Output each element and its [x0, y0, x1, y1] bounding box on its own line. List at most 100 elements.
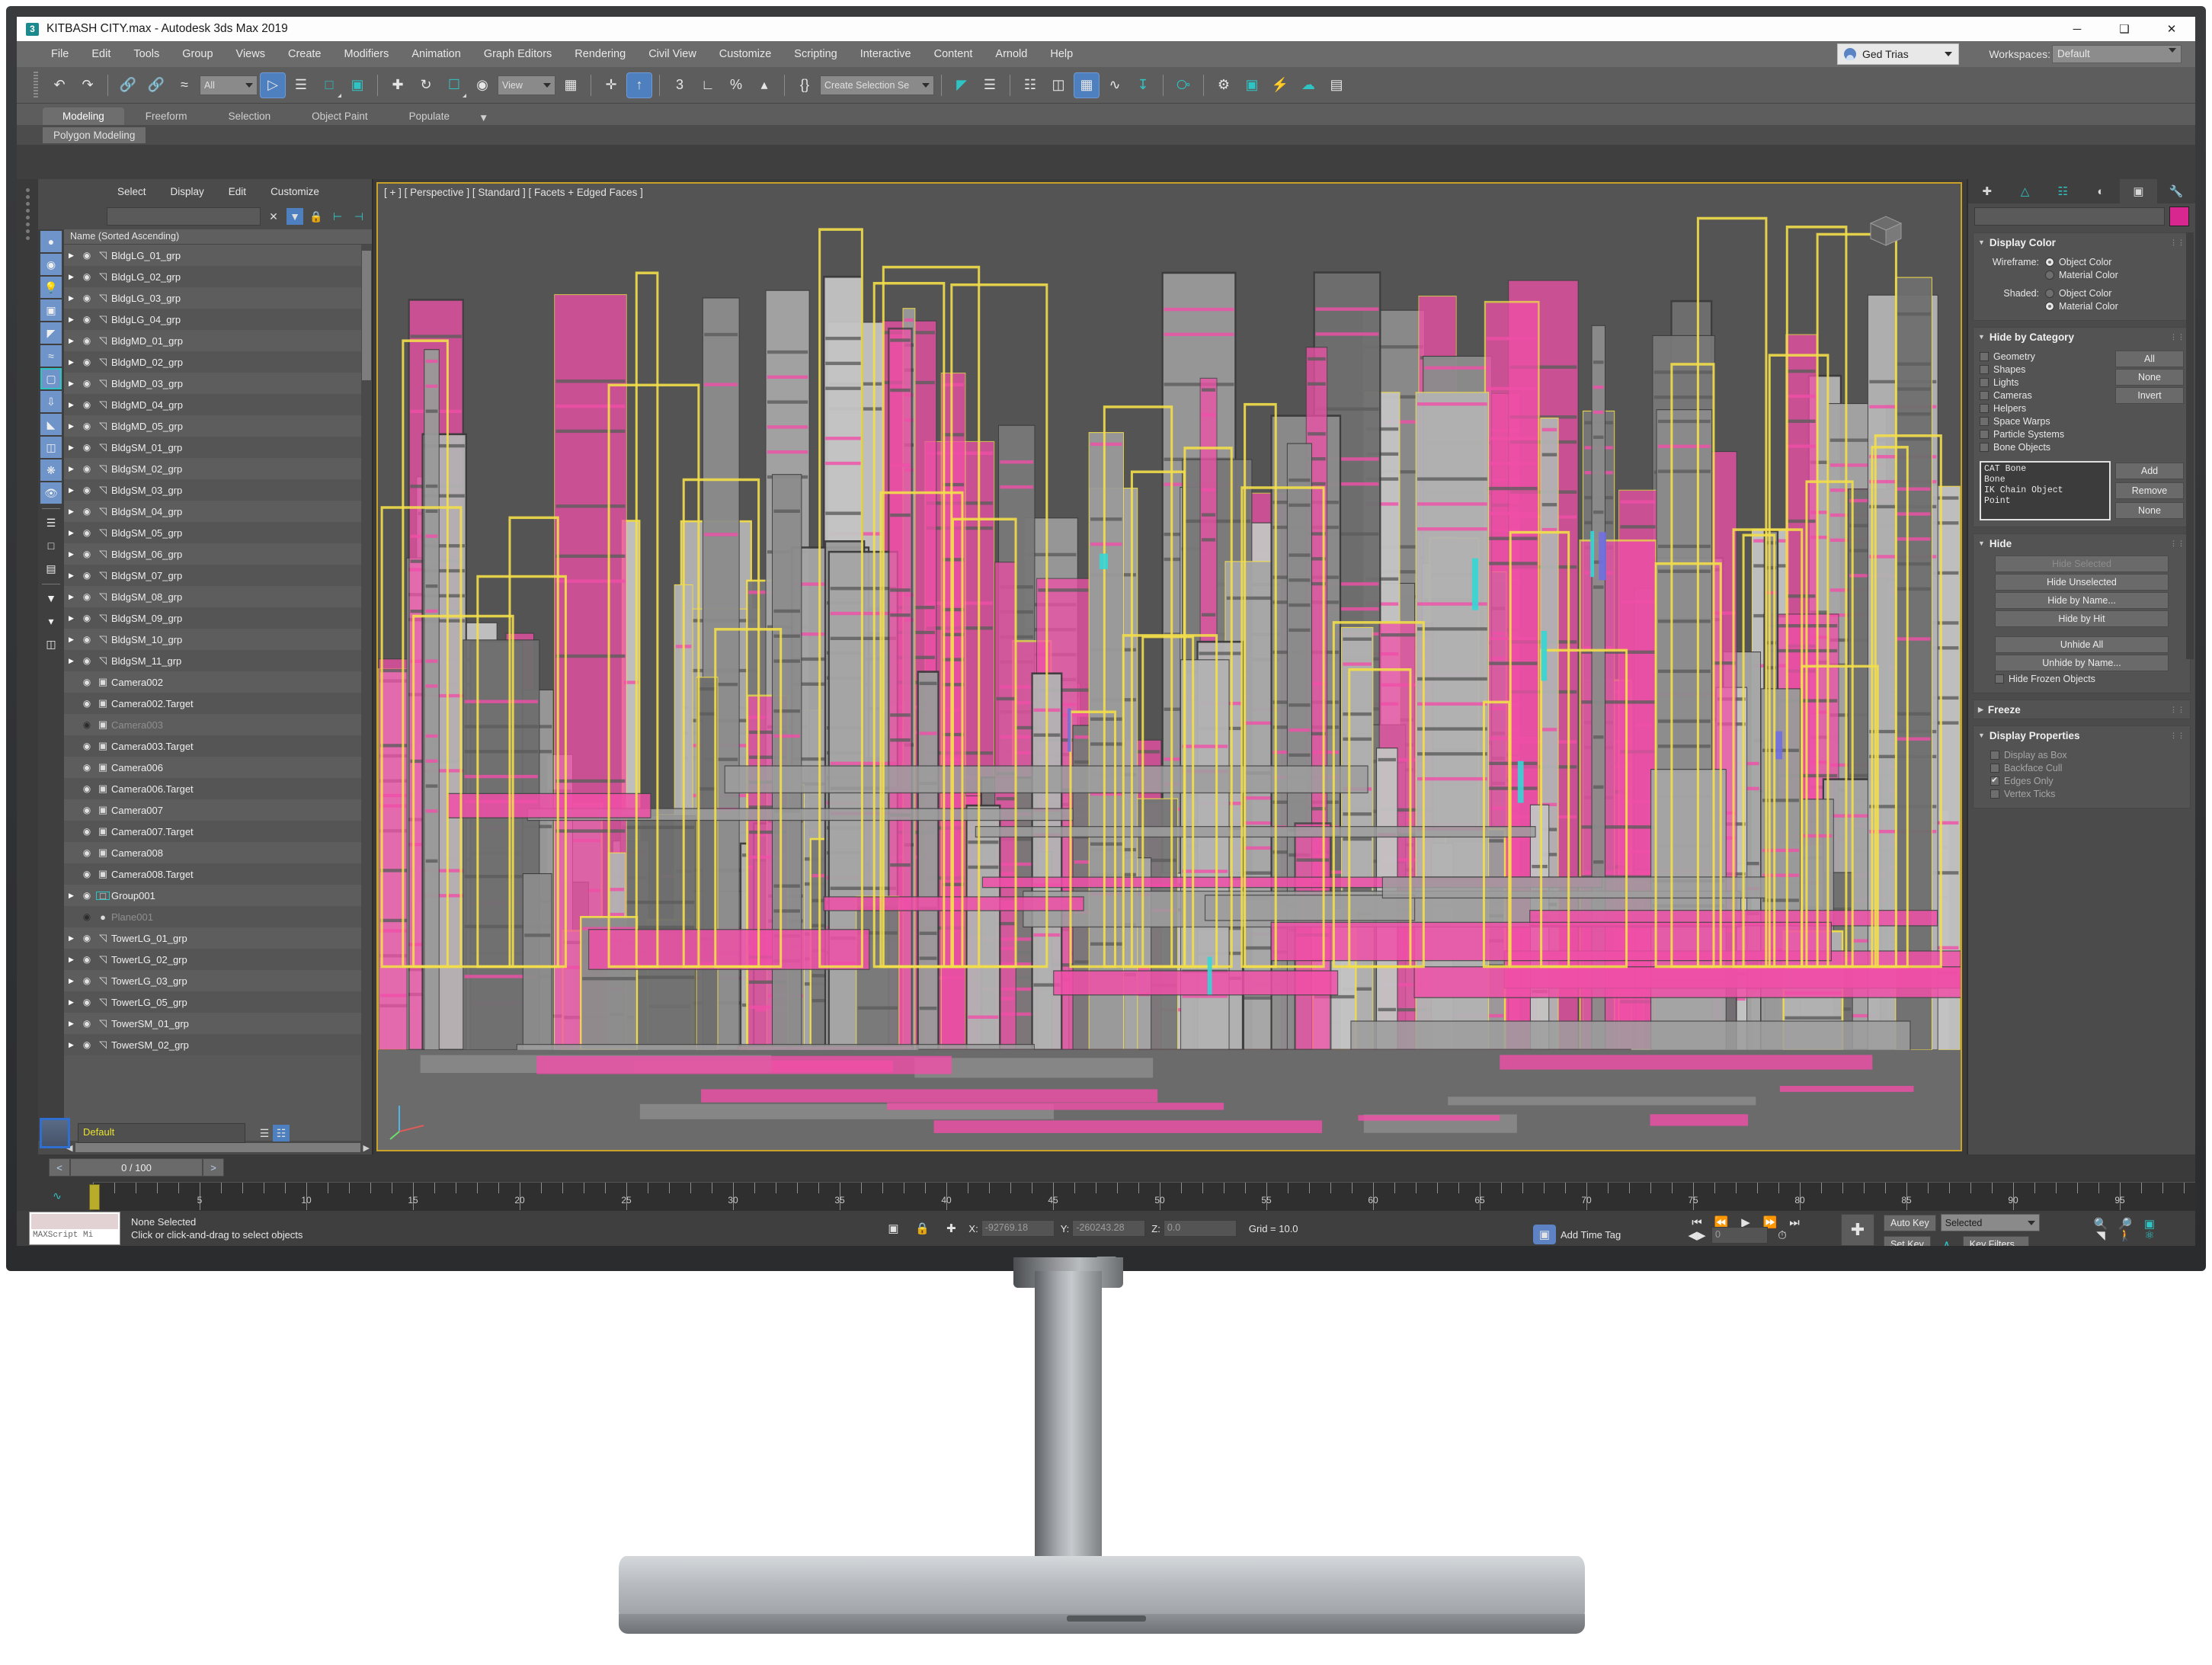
- object-color-swatch[interactable]: [2169, 207, 2189, 226]
- material-editor-icon[interactable]: ⚙: [1211, 72, 1237, 98]
- unlink-icon[interactable]: 🔗: [143, 72, 169, 98]
- menu-views[interactable]: Views: [225, 41, 277, 67]
- expand-arrow-icon[interactable]: ▶: [69, 657, 79, 665]
- eye-icon[interactable]: ◉: [79, 506, 94, 517]
- filter-settings-icon[interactable]: ▼: [40, 588, 62, 609]
- layer-list-icon[interactable]: ☰: [40, 512, 62, 533]
- select-and-place-icon[interactable]: ↑: [626, 72, 652, 98]
- eye-icon[interactable]: ◉: [79, 847, 94, 858]
- cameras-checkbox[interactable]: [1980, 391, 1989, 400]
- menu-tools[interactable]: Tools: [122, 41, 171, 67]
- menu-create[interactable]: Create: [277, 41, 333, 67]
- rect-select-icon[interactable]: □: [316, 72, 342, 98]
- rollout-header-display-properties[interactable]: ▼ Display Properties ⋮⋮: [1974, 726, 2190, 744]
- cat-lights-row[interactable]: Lights: [1980, 377, 2115, 388]
- expand-arrow-icon[interactable]: ▶: [69, 273, 79, 281]
- hide-selected-button[interactable]: Hide Selected: [1995, 556, 2169, 572]
- expand-arrow-icon[interactable]: ▶: [69, 934, 79, 943]
- shaded-object-color-radio[interactable]: [2045, 289, 2054, 298]
- cat-shapes-row[interactable]: Shapes: [1980, 364, 2115, 375]
- geometry-filter-icon[interactable]: ●: [40, 231, 62, 252]
- move-icon[interactable]: ✚: [385, 72, 411, 98]
- eye-icon[interactable]: ◉: [79, 997, 94, 1007]
- table-row[interactable]: ▶ ◉ ◹ TowerLG_01_grp: [64, 927, 372, 949]
- expand-arrow-icon[interactable]: ▶: [69, 465, 79, 473]
- lights-filter-icon[interactable]: 💡: [40, 277, 62, 298]
- table-row[interactable]: ▶ ◉ □ Group001: [64, 885, 372, 906]
- y-field[interactable]: -260243.28: [1072, 1220, 1146, 1237]
- utilities-tab[interactable]: 🔧: [2157, 179, 2195, 203]
- table-row[interactable]: ◉ ▣ Camera003: [64, 714, 372, 735]
- create-tab[interactable]: ✚: [1968, 179, 2006, 203]
- maximize-button[interactable]: ❑: [2101, 17, 2148, 41]
- hierarchy-tab[interactable]: ☷: [2044, 179, 2082, 203]
- hide-by-name-button[interactable]: Hide by Name...: [1995, 592, 2169, 609]
- expand-arrow-icon[interactable]: ▶: [69, 315, 79, 324]
- absolute-mode-icon[interactable]: ✚: [940, 1218, 962, 1238]
- table-row[interactable]: ▶ ◉ ◹ BldgSM_04_grp: [64, 501, 372, 522]
- key-mode-toggle-icon[interactable]: ◀▶: [1685, 1225, 1708, 1245]
- menu-animation[interactable]: Animation: [400, 41, 472, 67]
- rollout-header-hide-by-category[interactable]: ▼ Hide by Category ⋮⋮: [1974, 328, 2190, 346]
- bones-filter-icon[interactable]: ◣: [40, 414, 62, 435]
- command-panel-scrollbar[interactable]: [2186, 232, 2194, 659]
- select-object-icon[interactable]: ▷: [260, 72, 286, 98]
- tab-object-paint[interactable]: Object Paint: [292, 107, 388, 125]
- time-tag-icon[interactable]: ▣: [1533, 1225, 1556, 1244]
- maxscript-mini-listener[interactable]: MAXScript Mi: [29, 1212, 120, 1245]
- category-none-button[interactable]: None: [2115, 369, 2184, 386]
- table-row[interactable]: ▶ ◉ ◹ TowerLG_02_grp: [64, 949, 372, 970]
- expand-arrow-icon[interactable]: ▶: [69, 443, 79, 452]
- eye-icon[interactable]: ◉: [79, 826, 94, 837]
- object-name-input[interactable]: [1974, 207, 2165, 226]
- rollout-header-hide[interactable]: ▼ Hide ⋮⋮: [1974, 534, 2190, 552]
- cat-particles-row[interactable]: Particle Systems: [1980, 429, 2115, 440]
- menu-modifiers[interactable]: Modifiers: [333, 41, 401, 67]
- display-tab[interactable]: ▣: [2119, 179, 2158, 203]
- funnel-icon[interactable]: ▾: [40, 610, 62, 632]
- user-account-button[interactable]: Ged Trias: [1837, 43, 1959, 65]
- table-row[interactable]: ▶ ◉ ◹ BldgSM_06_grp: [64, 543, 372, 565]
- eye-icon[interactable]: ◉: [79, 762, 94, 773]
- table-row[interactable]: ▶ ◉ ◹ BldgLG_02_grp: [64, 266, 372, 287]
- table-row[interactable]: ▶ ◉ ◹ BldgSM_07_grp: [64, 565, 372, 586]
- table-row[interactable]: ◉ ▣ Camera008: [64, 842, 372, 863]
- curve-editor-toggle-icon[interactable]: ∿: [49, 1187, 66, 1204]
- frame-counter[interactable]: 0 / 100: [70, 1158, 203, 1177]
- menu-scripting[interactable]: Scripting: [783, 41, 848, 67]
- expand-arrow-icon[interactable]: ▶: [69, 636, 79, 644]
- filter-icon[interactable]: ▼: [287, 208, 303, 225]
- cat-spacewarps-row[interactable]: Space Warps: [1980, 416, 2115, 427]
- table-row[interactable]: ◉ ▣ Camera006.Target: [64, 778, 372, 799]
- explorer-menu-edit[interactable]: Edit: [218, 184, 257, 199]
- key-tangent-icon[interactable]: ∧: [1935, 1234, 1958, 1246]
- auto-key-button[interactable]: Auto Key: [1884, 1214, 1936, 1231]
- align-icon[interactable]: ☰: [977, 72, 1003, 98]
- expand-arrow-icon[interactable]: ▶: [69, 379, 79, 388]
- time-slider[interactable]: [89, 1184, 100, 1210]
- menu-customize[interactable]: Customize: [708, 41, 783, 67]
- expand-arrow-icon[interactable]: ▶: [69, 550, 79, 559]
- menu-edit[interactable]: Edit: [80, 41, 122, 67]
- window-crossing-icon[interactable]: ▣: [344, 72, 370, 98]
- render-production-icon[interactable]: ☁: [1295, 72, 1321, 98]
- perspective-viewport[interactable]: [ + ] [ Perspective ] [ Standard ] [ Fac…: [376, 182, 1962, 1151]
- eye-icon[interactable]: ◉: [79, 890, 94, 901]
- menu-content[interactable]: Content: [923, 41, 984, 67]
- eye-icon[interactable]: ◉: [79, 314, 94, 325]
- eye-icon[interactable]: ◉: [79, 485, 94, 495]
- eye-icon[interactable]: ◉: [79, 250, 94, 261]
- xrefs-filter-icon[interactable]: ⇩: [40, 391, 62, 412]
- undo-icon[interactable]: ↶: [46, 72, 72, 98]
- current-frame-spinner[interactable]: 0: [1711, 1227, 1768, 1244]
- table-row[interactable]: ▶ ◉ ◹ BldgSM_08_grp: [64, 586, 372, 607]
- menu-arnold[interactable]: Arnold: [984, 41, 1039, 67]
- expand-arrow-icon[interactable]: ▶: [69, 572, 79, 580]
- table-row[interactable]: ◉ ▣ Camera002: [64, 671, 372, 693]
- list-item[interactable]: CAT Bone: [1984, 464, 2106, 475]
- orbit-icon[interactable]: ⚛: [2138, 1225, 2161, 1245]
- table-row[interactable]: ▶ ◉ ◹ BldgMD_01_grp: [64, 330, 372, 351]
- table-row[interactable]: ▶ ◉ ◹ TowerSM_02_grp: [64, 1034, 372, 1055]
- key-mode-select[interactable]: Selected: [1940, 1214, 2040, 1231]
- table-row[interactable]: ▶ ◉ ◹ BldgSM_01_grp: [64, 437, 372, 458]
